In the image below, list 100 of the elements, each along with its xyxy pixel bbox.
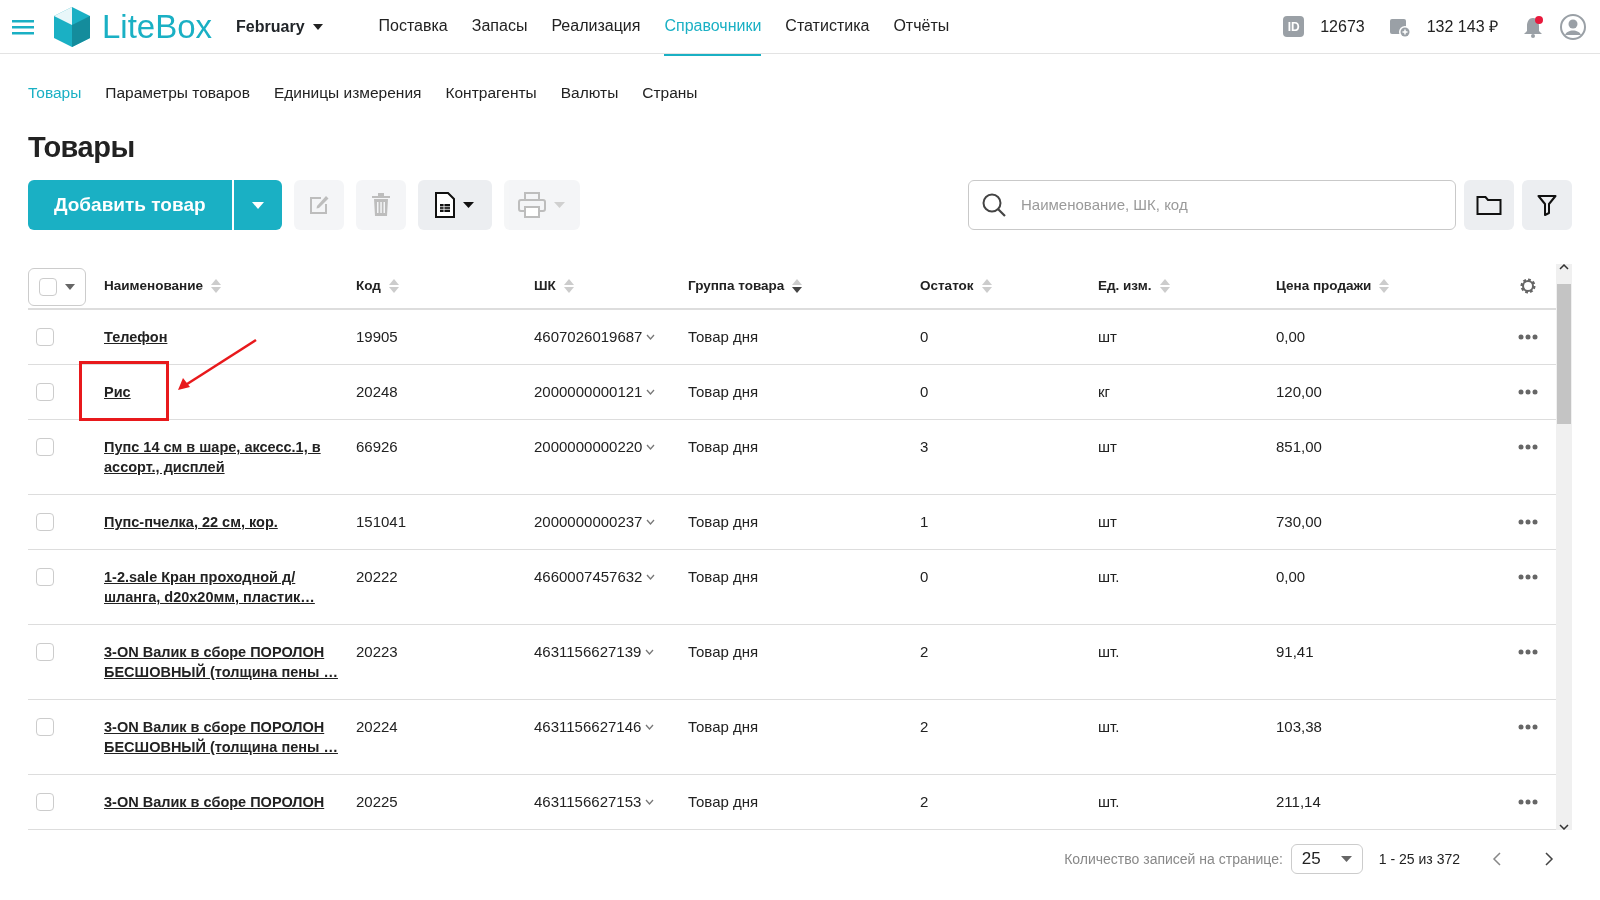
product-link[interactable]: Пупс-пчелка, 22 см, кор.	[104, 512, 278, 533]
account-id: 12673	[1320, 16, 1365, 37]
chevron-down-icon[interactable]	[646, 389, 656, 396]
more-options-icon[interactable]	[1518, 389, 1538, 396]
select-all-checkbox[interactable]	[39, 278, 57, 297]
filter-button[interactable]	[1522, 180, 1572, 231]
more-options-icon[interactable]	[1518, 574, 1538, 581]
barcode-text: 2000000000220	[534, 437, 643, 458]
table-cell-text: шт.	[1098, 792, 1121, 813]
row-checkbox[interactable]	[36, 718, 54, 737]
spreadsheet-file-icon	[435, 192, 456, 219]
chevron-down-icon[interactable]	[646, 519, 656, 526]
page-range: 1 - 25 из 372	[1378, 849, 1460, 869]
row-checkbox[interactable]	[36, 513, 54, 532]
select-all-dropdown[interactable]	[28, 268, 86, 307]
barcode-text: 4660007457632	[534, 567, 643, 588]
row-checkbox[interactable]	[36, 568, 54, 587]
export-button[interactable]	[417, 180, 492, 231]
search-box[interactable]: Наименование, ШК, код	[968, 180, 1456, 231]
subnav-tab[interactable]: Валюты	[560, 81, 619, 105]
column-header[interactable]: Наименование	[104, 275, 204, 297]
subnav-tab[interactable]: Единицы измерения	[273, 81, 422, 105]
caret-icon	[554, 202, 566, 209]
chevron-down-icon[interactable]	[646, 444, 656, 451]
table-cell-text: 0,00	[1276, 567, 1307, 588]
caret-icon	[251, 201, 264, 209]
table-cell-text: 91,41	[1276, 642, 1315, 663]
user-avatar-icon[interactable]	[1560, 13, 1586, 40]
notification-bell-icon[interactable]	[1522, 15, 1544, 38]
table-cell-text: 66926	[356, 437, 399, 458]
menu-tab[interactable]: Отчёты	[893, 0, 950, 56]
add-dropdown-button[interactable]	[231, 180, 282, 231]
more-options-icon[interactable]	[1518, 334, 1538, 341]
subnav-tab[interactable]: Контрагенты	[445, 81, 537, 105]
product-link[interactable]: 3-ON Валик в сборе ПОРОЛОН	[104, 792, 325, 813]
table-cell-text: Товар дня	[688, 437, 760, 458]
row-checkbox[interactable]	[36, 793, 54, 812]
subnav-tab[interactable]: Страны	[642, 81, 698, 105]
barcode-text: 2000000000237	[534, 512, 643, 533]
column-header[interactable]: Цена продажи	[1276, 275, 1372, 297]
more-options-icon[interactable]	[1518, 649, 1538, 656]
chevron-down-icon[interactable]	[645, 724, 655, 731]
folder-button[interactable]	[1464, 180, 1514, 231]
sort-icon[interactable]	[792, 279, 803, 294]
column-header[interactable]: Ед. изм.	[1098, 275, 1152, 297]
scrollbar[interactable]	[1556, 264, 1572, 831]
column-header[interactable]: Группа товара	[688, 275, 785, 297]
printer-icon	[518, 192, 547, 219]
chevron-down-icon	[1559, 824, 1569, 831]
more-options-icon[interactable]	[1518, 724, 1538, 731]
search-icon	[981, 192, 1007, 219]
table-cell-text: 0	[920, 567, 930, 588]
product-link[interactable]: Рис	[104, 382, 131, 403]
more-options-icon[interactable]	[1518, 799, 1538, 806]
menu-tab[interactable]: Запасы	[471, 0, 528, 56]
table-cell-text: шт.	[1098, 567, 1121, 588]
row-checkbox[interactable]	[36, 438, 54, 457]
chevron-down-icon[interactable]	[646, 574, 656, 581]
chevron-down-icon[interactable]	[645, 799, 655, 806]
table-cell-text: шт	[1098, 327, 1118, 348]
column-header[interactable]: Код	[356, 275, 381, 297]
more-options-icon[interactable]	[1518, 519, 1538, 526]
column-header[interactable]: Остаток	[920, 275, 974, 297]
chevron-left-icon[interactable]	[1492, 852, 1502, 867]
product-link[interactable]: 3-ON Валик в сборе ПОРОЛОН БЕСШОВНЫЙ (толщина пены …	[104, 642, 340, 683]
column-header[interactable]: ШК	[534, 275, 556, 297]
balance: 132 143 ₽	[1426, 16, 1498, 37]
chevron-down-icon[interactable]	[645, 649, 655, 656]
chevron-right-icon[interactable]	[1544, 852, 1554, 867]
table-cell-text: 851,00	[1276, 437, 1323, 458]
barcode-text: 4631156627146	[534, 717, 642, 738]
product-link[interactable]: 3-ON Валик в сборе ПОРОЛОН БЕСШОВНЫЙ (толщина пены …	[104, 717, 340, 758]
subnav-tab[interactable]: Параметры товаров	[105, 81, 250, 105]
row-checkbox[interactable]	[36, 643, 54, 662]
row-checkbox[interactable]	[36, 383, 54, 402]
menu-tab[interactable]: Статистика	[785, 0, 870, 56]
scrollbar-thumb[interactable]	[1557, 284, 1571, 425]
chevron-down-icon[interactable]	[646, 334, 656, 341]
table-cell-text: шт	[1098, 512, 1118, 533]
table-cell-text: 2	[920, 642, 930, 663]
menu-tab[interactable]: Реализация	[551, 0, 641, 56]
product-link[interactable]: Пупс 14 см в шаре, аксесс.1, в ассорт., дисплей	[104, 437, 340, 478]
menu-tab[interactable]: Поставка	[378, 0, 448, 56]
table-cell-text: 103,38	[1276, 717, 1323, 738]
product-link[interactable]: 1-2.sale Кран проходной д/шланга, d20x20мм, пластик…	[104, 567, 340, 608]
barcode-text: 4607026019687	[534, 327, 643, 348]
more-options-icon[interactable]	[1518, 444, 1538, 451]
row-checkbox[interactable]	[36, 328, 54, 347]
table-cell-text: Товар дня	[688, 512, 760, 533]
menu-icon[interactable]	[12, 18, 34, 35]
page-size-value: 25	[1301, 848, 1321, 871]
logo-text: LiteBox	[102, 6, 213, 47]
page-size-select[interactable]: 25	[1290, 844, 1363, 875]
barcode-text: 2000000000121	[534, 382, 643, 403]
period-dropdown[interactable]: February	[236, 14, 323, 39]
id-badge: ID	[1283, 16, 1305, 37]
table-cell-text: 2	[920, 717, 930, 738]
table-cell-text: 0	[920, 382, 930, 403]
product-link[interactable]: Телефон	[104, 327, 168, 348]
table-cell-text: 211,14	[1276, 792, 1322, 813]
